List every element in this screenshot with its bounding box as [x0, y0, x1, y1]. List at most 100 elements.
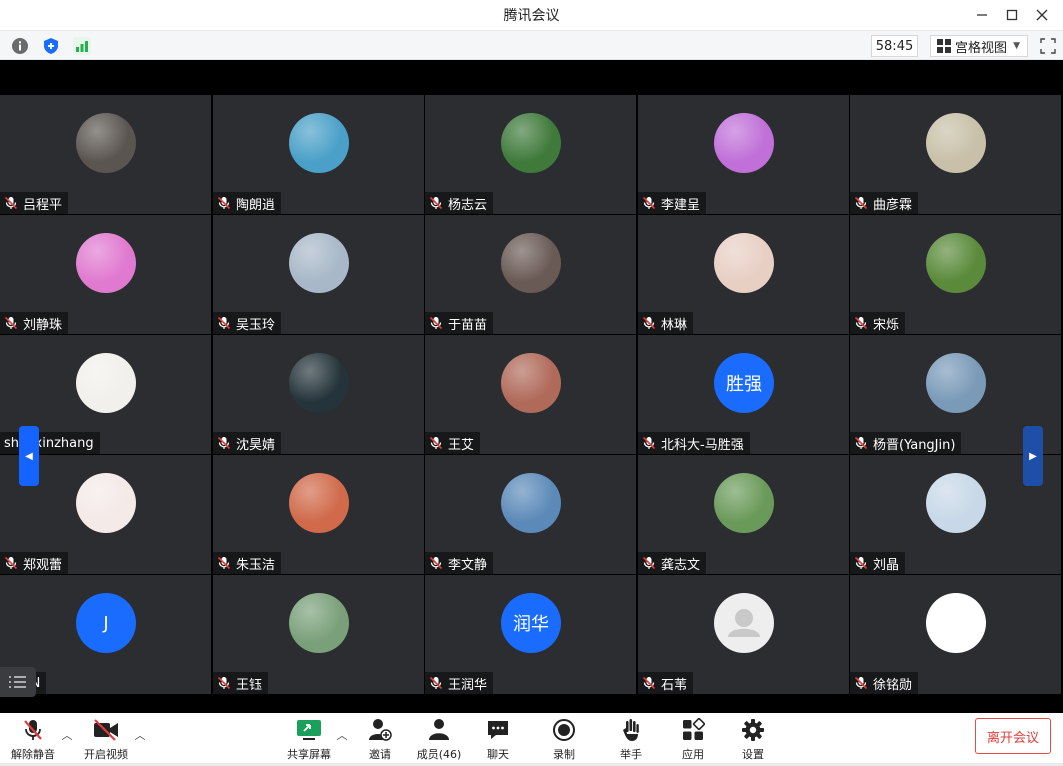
unmute-button[interactable]: 解除静音 [3, 717, 63, 763]
participant-tile[interactable]: 徐铭勋 [850, 575, 1061, 694]
participant-tile[interactable]: 李文静 [425, 455, 636, 574]
video-options-chevron-icon[interactable]: ︿ [134, 729, 146, 742]
participant-name-badge: 陶朗逍 [213, 192, 282, 214]
participant-name-badge: 朱玉洁 [213, 552, 282, 574]
participant-tile[interactable]: 龚志文 [638, 455, 849, 574]
avatar: J [76, 593, 136, 653]
participant-tile[interactable]: 润华 王润华 [425, 575, 636, 694]
participant-name-badge: 吴玉玲 [213, 312, 282, 334]
prev-page-button[interactable]: ◀ [19, 426, 39, 486]
participant-tile[interactable]: 林琳 [638, 215, 849, 334]
participant-tile[interactable]: 石苇 [638, 575, 849, 694]
participant-tile[interactable]: 朱玉洁 [213, 455, 424, 574]
leave-meeting-button[interactable]: 离开会议 [975, 718, 1051, 754]
participant-name: 宋烁 [873, 317, 900, 333]
participant-name-badge: 刘静珠 [0, 312, 69, 334]
audio-options-chevron-icon[interactable]: ︿ [61, 729, 73, 742]
minimize-icon[interactable] [967, 0, 997, 30]
chevron-left-icon: ◀ [25, 450, 33, 462]
participant-name: 于苗苗 [448, 317, 488, 333]
microphone-muted-icon [854, 676, 868, 690]
red-sketch-art [289, 473, 349, 533]
next-page-button[interactable]: ▶ [1023, 426, 1043, 486]
microphone-muted-icon [4, 196, 18, 210]
participant-name: 杨志云 [448, 197, 488, 213]
participant-tile[interactable]: 陶朗逍 [213, 95, 424, 214]
raise-hand-icon [618, 717, 644, 743]
participant-name-badge: 于苗苗 [425, 312, 494, 334]
microphone-muted-icon [4, 316, 18, 330]
start-video-label: 开启视频 [84, 748, 128, 761]
participant-tile[interactable]: 刘静珠 [0, 215, 211, 334]
participant-tile[interactable]: 沈昊婧 [213, 335, 424, 454]
participant-name-badge: 石苇 [638, 672, 694, 694]
participant-tile[interactable]: 吕程平 [0, 95, 211, 214]
participant-name: 刘晶 [873, 557, 900, 573]
share-options-chevron-icon[interactable]: ︿ [336, 729, 348, 742]
chat-label: 聊天 [487, 748, 509, 761]
microphone-muted-icon [217, 676, 231, 690]
participant-name: 刘静珠 [23, 317, 63, 333]
security-shield-icon[interactable] [41, 36, 61, 56]
avatar-initials: 胜强 [726, 374, 762, 395]
participant-name: 沈昊婧 [236, 437, 276, 453]
invite-button[interactable]: 邀请 [350, 717, 410, 763]
participant-name: 石苇 [661, 677, 688, 693]
microphone-muted-icon [642, 316, 656, 330]
microphone-muted-icon [4, 556, 18, 570]
microphone-muted-icon [429, 316, 443, 330]
apps-grid-icon [680, 717, 706, 743]
participant-name: 王钰 [236, 677, 263, 693]
settings-button[interactable]: 设置 [723, 717, 783, 763]
participant-tile[interactable]: 李建呈 [638, 95, 849, 214]
network-signal-icon[interactable] [72, 36, 92, 56]
meeting-window: 腾讯会议 58:45 宫格视图 ▼ 吕程平 陶朗逍 杨志云 李建呈 曲彦霖 刘静… [0, 0, 1063, 766]
maximize-icon[interactable] [997, 0, 1027, 30]
record-button[interactable]: 录制 [534, 717, 594, 763]
microphone-muted-icon [217, 316, 231, 330]
chat-button[interactable]: 聊天 [468, 717, 528, 763]
participant-tile[interactable]: 杨志云 [425, 95, 636, 214]
microphone-muted-icon [429, 556, 443, 570]
close-icon[interactable] [1027, 0, 1057, 30]
members-button[interactable]: 成员(46) [409, 717, 469, 763]
lamb-photo [926, 113, 986, 173]
microphone-muted-icon [217, 436, 231, 450]
avatar-initials: 润华 [513, 614, 549, 635]
participant-name: 林琳 [661, 317, 688, 333]
participant-name-badge: 林琳 [638, 312, 694, 334]
participant-name: 李文静 [448, 557, 488, 573]
chat-bubble-icon [485, 717, 511, 743]
participant-tile[interactable]: 王钰 [213, 575, 424, 694]
participant-tile[interactable]: 王艾 [425, 335, 636, 454]
apps-button[interactable]: 应用 [663, 717, 723, 763]
participant-tile[interactable]: 宋烁 [850, 215, 1061, 334]
unmute-label: 解除静音 [11, 748, 55, 761]
avatar-initials: J [103, 612, 109, 634]
share-screen-icon [296, 717, 322, 743]
participant-tile[interactable]: 吴玉玲 [213, 215, 424, 334]
participant-name: 吴玉玲 [236, 317, 276, 333]
view-mode-dropdown[interactable]: 宫格视图 ▼ [930, 35, 1028, 57]
participant-tile[interactable]: 曲彦霖 [850, 95, 1061, 214]
participant-name: 龚志文 [661, 557, 701, 573]
microphone-muted-icon [854, 316, 868, 330]
participant-tile[interactable]: 于苗苗 [425, 215, 636, 334]
record-icon [551, 717, 577, 743]
man-city-photo [926, 353, 986, 413]
chevron-right-icon: ▶ [1029, 450, 1037, 462]
raise-hand-button[interactable]: 举手 [601, 717, 661, 763]
start-video-button[interactable]: 开启视频 [76, 717, 136, 763]
participant-list-toggle[interactable] [0, 667, 36, 697]
woman-selfie-photo [501, 353, 561, 413]
participant-name-badge: 王艾 [425, 432, 481, 454]
microphone-muted-icon [429, 436, 443, 450]
info-icon[interactable] [10, 36, 30, 56]
share-screen-button[interactable]: 共享屏幕 [279, 717, 339, 763]
participant-tile[interactable]: 胜强 北科大-马胜强 [638, 335, 849, 454]
participant-name: 杨晋(YangJin) [873, 437, 956, 453]
microphone-muted-icon [429, 676, 443, 690]
video-stage: 吕程平 陶朗逍 杨志云 李建呈 曲彦霖 刘静珠 吴玉玲 于苗苗 林琳 宋烁 shaoxinzhang… [0, 60, 1063, 713]
fullscreen-icon[interactable] [1038, 36, 1058, 56]
microphone-muted-icon [20, 717, 46, 743]
